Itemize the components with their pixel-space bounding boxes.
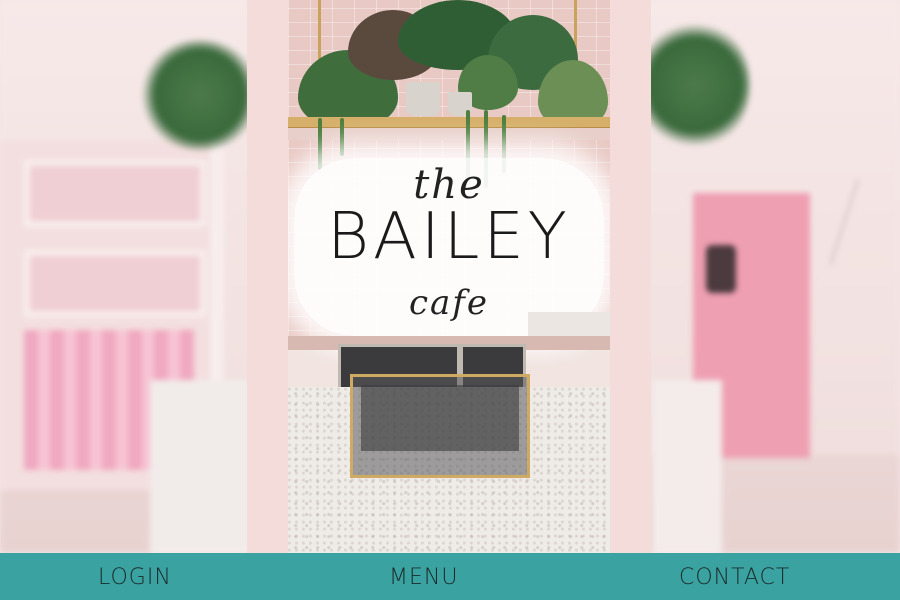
logo-bailey-text: BAILEY	[327, 200, 571, 274]
sink-area	[528, 312, 610, 336]
plant-pot	[406, 82, 440, 116]
bg-shelf	[24, 250, 206, 317]
bg-wall-art	[829, 179, 900, 281]
bottom-nav-bar: LOGIN MENU CONTACT	[0, 553, 900, 600]
nav-login-link[interactable]: LOGIN	[98, 553, 172, 600]
bg-plant	[640, 20, 750, 150]
page: the BAILEY cafe LOGIN MENU CONTACT	[0, 0, 900, 600]
hero-card: the BAILEY cafe	[247, 0, 651, 553]
bg-counter	[652, 380, 722, 553]
display-case-glass	[361, 385, 519, 451]
bg-counter	[150, 380, 260, 553]
hanging-vine	[340, 118, 344, 156]
nav-menu-link[interactable]: MENU	[389, 553, 458, 600]
bg-shelf	[24, 160, 206, 227]
hero-photo: the BAILEY cafe	[288, 0, 610, 553]
bg-plant	[140, 40, 260, 150]
shelf-shadow	[288, 128, 610, 140]
nav-contact-link[interactable]: CONTACT	[679, 553, 790, 600]
bg-door-window	[706, 245, 736, 293]
display-case	[350, 374, 530, 478]
